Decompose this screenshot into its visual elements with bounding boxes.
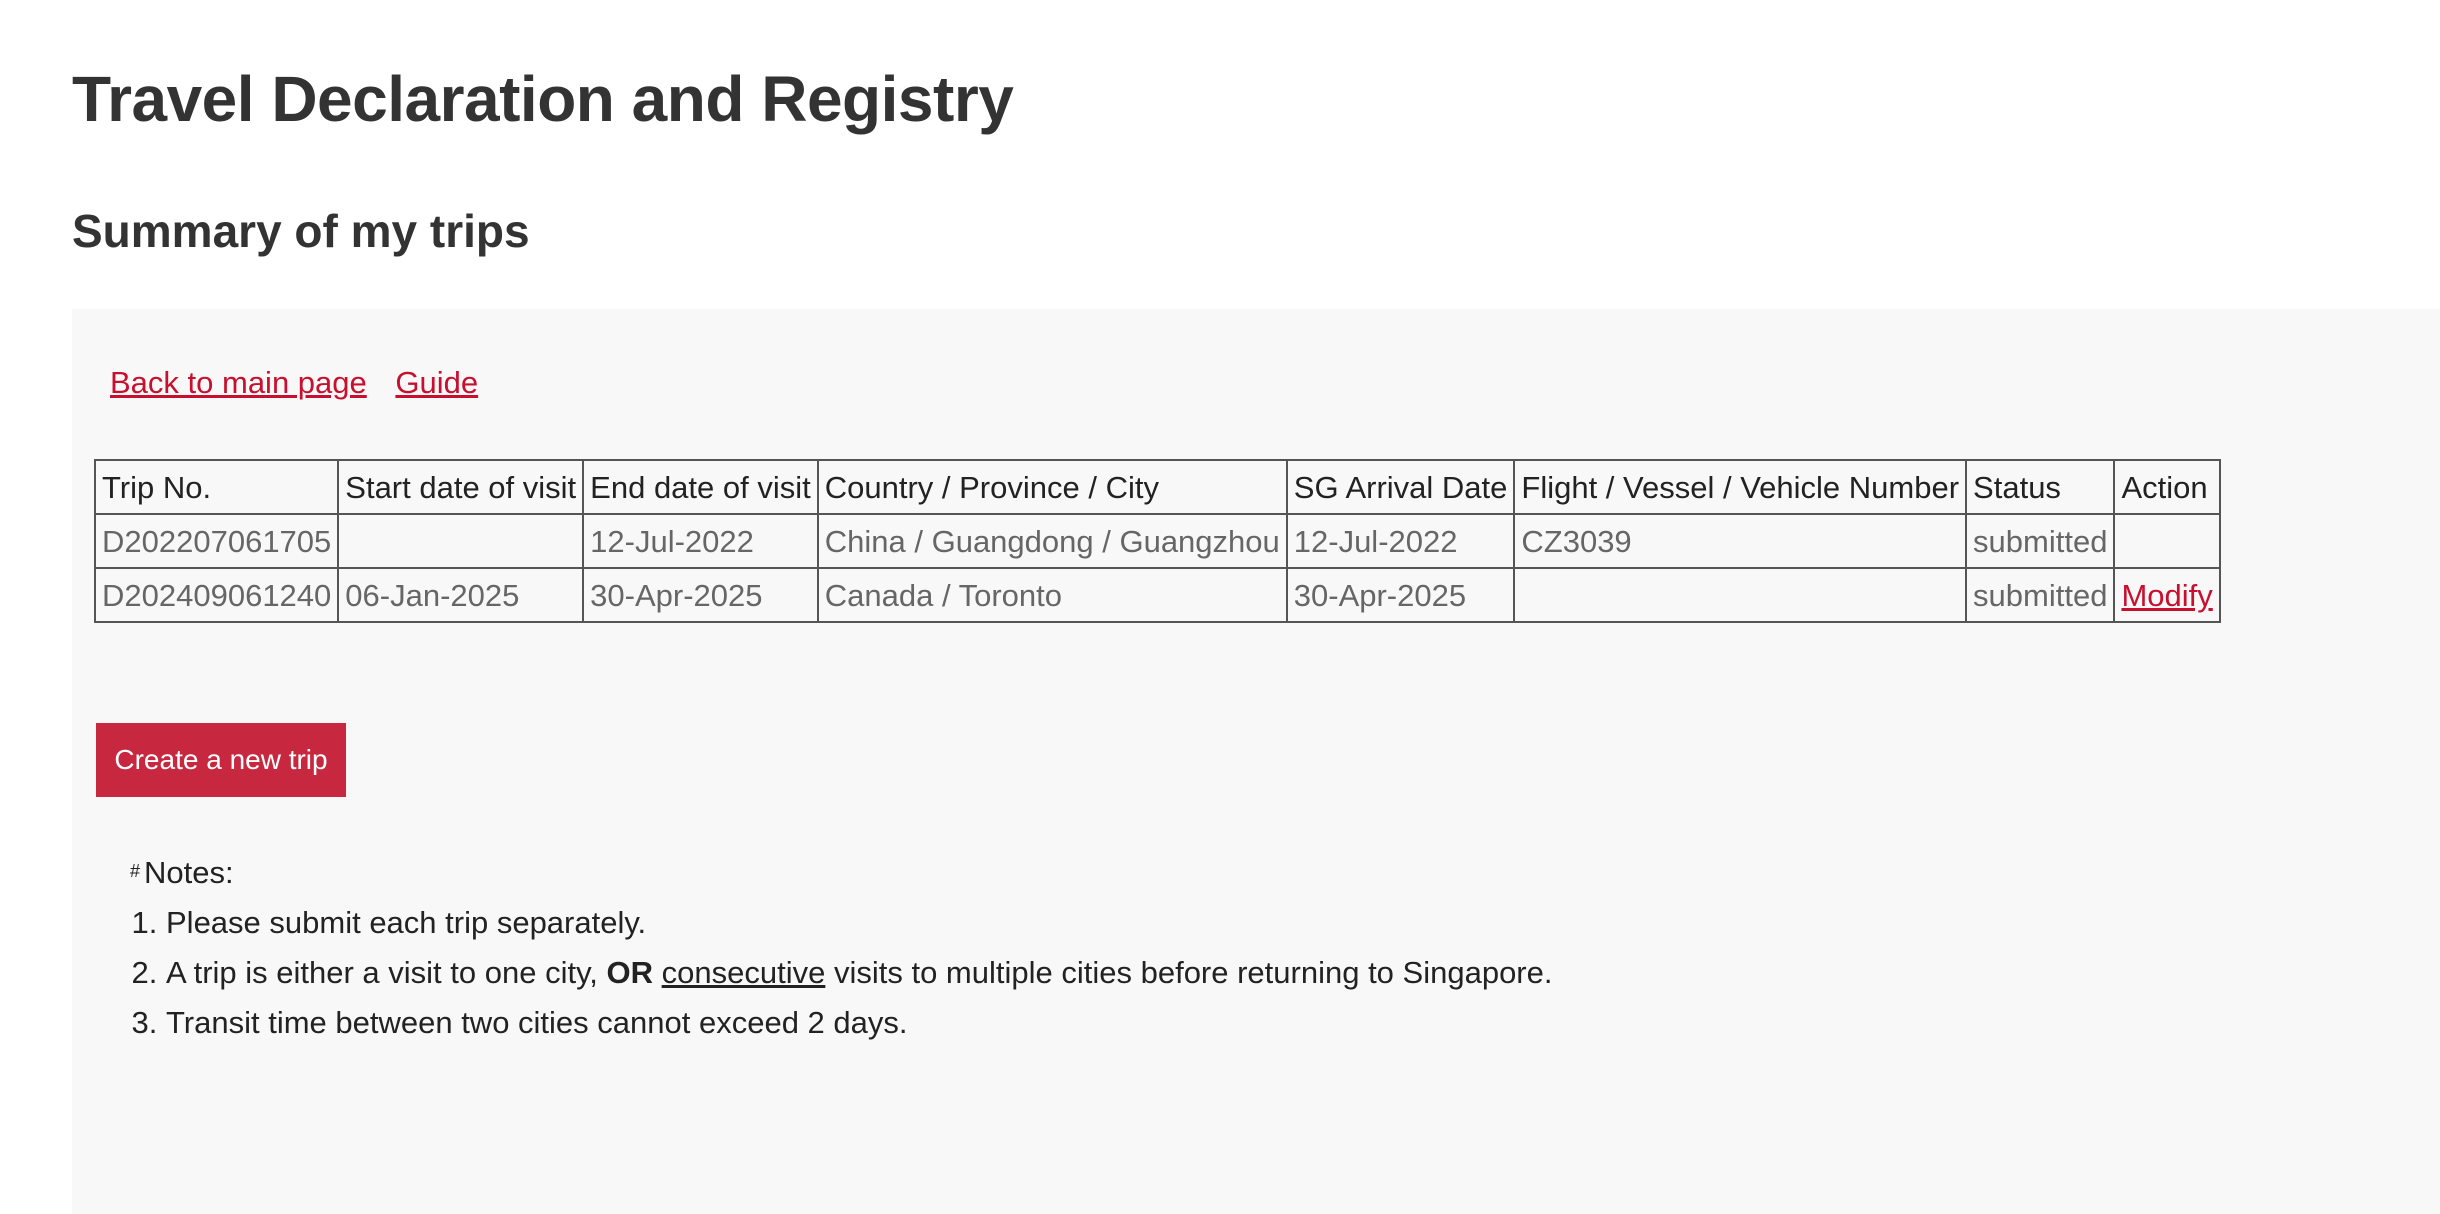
section-title: Summary of my trips: [72, 205, 530, 257]
trips-panel: Back to main page Guide Trip No. Start d…: [72, 309, 2440, 1214]
create-new-trip-button[interactable]: Create a new trip: [96, 723, 346, 797]
header-status: Status: [1965, 459, 2116, 515]
back-to-main-link[interactable]: Back to main page: [110, 365, 367, 400]
header-end-date: End date of visit: [582, 459, 819, 515]
table-row: D202409061240 06-Jan-2025 30-Apr-2025 Ca…: [93, 567, 2221, 623]
note-emphasis: OR: [606, 955, 654, 990]
cell-trip-no: D202409061240: [93, 567, 340, 623]
notes-marker: #: [130, 861, 141, 881]
header-location: Country / Province / City: [816, 459, 1288, 515]
cell-end-date: 12-Jul-2022: [582, 513, 819, 569]
cell-action: Modify: [2113, 567, 2221, 623]
note-text: Transit time between two cities cannot e…: [166, 1005, 908, 1040]
cell-end-date: 30-Apr-2025: [582, 567, 819, 623]
note-item: Transit time between two cities cannot e…: [166, 1005, 1552, 1041]
cell-start-date: [337, 513, 585, 569]
cell-status: submitted: [1965, 513, 2116, 569]
cell-status: submitted: [1965, 567, 2116, 623]
note-text: Please submit each trip separately.: [166, 905, 647, 940]
note-text-part: [653, 955, 662, 990]
note-underline: consecutive: [661, 955, 826, 990]
notes-heading-text: Notes:: [144, 855, 234, 890]
trips-table: Trip No. Start date of visit End date of…: [93, 459, 2221, 623]
modify-link[interactable]: Modify: [2121, 578, 2212, 613]
note-item: Please submit each trip separately.: [166, 905, 1552, 941]
cell-location: Canada / Toronto: [816, 567, 1288, 623]
cell-action: [2113, 513, 2221, 569]
header-start-date: Start date of visit: [337, 459, 585, 515]
note-text-part: visits to multiple cities before returni…: [825, 955, 1553, 990]
note-text-part: A trip is either a visit to one city,: [166, 955, 607, 990]
cell-sg-arrival: 30-Apr-2025: [1285, 567, 1516, 623]
table-header-row: Trip No. Start date of visit End date of…: [93, 459, 2221, 515]
header-sg-arrival: SG Arrival Date: [1285, 459, 1516, 515]
table-row: D202207061705 12-Jul-2022 China / Guangd…: [93, 513, 2221, 569]
notes-section: #Notes: Please submit each trip separate…: [130, 855, 1552, 1055]
header-trip-no: Trip No.: [93, 459, 340, 515]
note-item: A trip is either a visit to one city, OR…: [166, 955, 1552, 991]
cell-flight: CZ3039: [1513, 513, 1968, 569]
header-flight: Flight / Vessel / Vehicle Number: [1513, 459, 1968, 515]
header-action: Action: [2113, 459, 2221, 515]
cell-trip-no: D202207061705: [93, 513, 340, 569]
cell-sg-arrival: 12-Jul-2022: [1285, 513, 1516, 569]
notes-heading: # Notes:: [130, 855, 1552, 891]
cell-flight: [1513, 567, 1968, 623]
top-links: Back to main page Guide: [110, 365, 498, 401]
cell-start-date: 06-Jan-2025: [337, 567, 585, 623]
guide-link[interactable]: Guide: [395, 365, 478, 400]
cell-location: China / Guangdong / Guangzhou: [816, 513, 1288, 569]
page-title: Travel Declaration and Registry: [72, 63, 1014, 135]
notes-list: Please submit each trip separately. A tr…: [130, 905, 1552, 1041]
